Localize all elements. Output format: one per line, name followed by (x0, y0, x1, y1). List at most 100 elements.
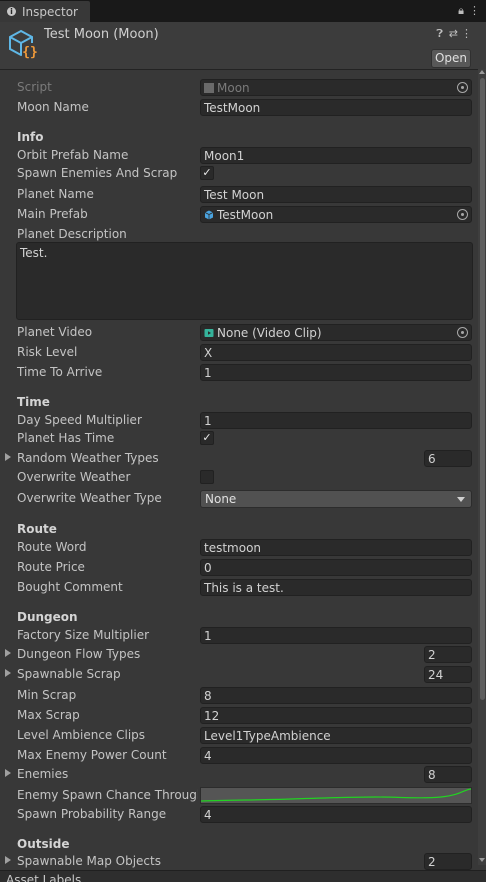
foldout-arrow-icon[interactable] (5, 649, 11, 657)
overwrite-weather-type-value: None (205, 492, 237, 506)
kebab-menu-icon[interactable]: ⋮ (469, 4, 480, 18)
main-prefab-value: TestMoon (217, 208, 274, 222)
max-scrap-label: Max Scrap (17, 708, 80, 722)
script-row: Script Moon (0, 78, 478, 98)
info-icon: i (7, 7, 16, 16)
main-prefab-label: Main Prefab (17, 207, 88, 221)
inspector-tab[interactable]: i Inspector (0, 1, 90, 22)
help-icon[interactable]: ❓︎ (436, 27, 443, 41)
spawnable-map-objects-size-field[interactable]: 2 (424, 853, 472, 870)
enemies-size-field[interactable]: 8 (424, 766, 472, 783)
spawnable-map-objects-label: Spawnable Map Objects (17, 854, 161, 868)
route-word-label: Route Word (17, 540, 87, 554)
moon-name-label: Moon Name (17, 100, 89, 114)
inspector-header: {} Test Moon (Moon) ❓︎ ⇄ ⋮ Open (0, 22, 486, 70)
lock-icon[interactable]: 🔒︎ (458, 4, 464, 18)
scroll-down-arrow-icon[interactable] (479, 858, 485, 862)
min-scrap-field[interactable]: 8 (200, 687, 472, 704)
main-prefab-field[interactable]: TestMoon (200, 206, 472, 223)
max-scrap-field[interactable]: 12 (200, 707, 472, 724)
planet-has-time-checkbox[interactable]: ✓ (200, 431, 214, 445)
scrollbar-thumb[interactable] (480, 78, 485, 700)
spawn-probability-row: Spawn Probability Range 4 (0, 805, 478, 825)
foldout-arrow-icon[interactable] (5, 856, 11, 864)
max-enemy-power-label: Max Enemy Power Count (17, 748, 167, 762)
time-to-arrive-row: Time To Arrive 1 (0, 363, 478, 383)
object-picker-icon[interactable] (457, 209, 468, 220)
object-picker-icon (457, 82, 468, 93)
planet-has-time-label: Planet Has Time (17, 431, 115, 445)
spawn-enemies-checkbox[interactable]: ✓ (200, 166, 214, 180)
moon-name-field[interactable]: TestMoon (200, 99, 472, 116)
dungeon-flow-row[interactable]: Dungeon Flow Types 2 (0, 645, 478, 665)
window-tab-bar: i Inspector 🔒︎ ⋮ (0, 0, 486, 22)
video-clip-icon (204, 329, 214, 337)
factory-size-row: Factory Size Multiplier 1 (0, 626, 478, 646)
route-price-field[interactable]: 0 (200, 559, 472, 576)
open-button[interactable]: Open (431, 49, 471, 68)
min-scrap-label: Min Scrap (17, 688, 77, 702)
route-word-field[interactable]: testmoon (200, 539, 472, 556)
spawnable-map-objects-row[interactable]: Spawnable Map Objects 2 (0, 852, 478, 872)
script-value: Moon (217, 81, 250, 95)
outside-section-header: Outside (17, 837, 70, 851)
planet-has-time-row: Planet Has Time ✓ (0, 429, 478, 449)
spawnable-scrap-label: Spawnable Scrap (17, 667, 121, 681)
inspector-tab-label: Inspector (22, 5, 78, 19)
presets-icon[interactable]: ⇄ (449, 27, 458, 40)
spawn-probability-label: Spawn Probability Range (17, 807, 167, 821)
ambience-field[interactable]: Level1TypeAmbience (200, 727, 472, 744)
object-picker-icon[interactable] (457, 327, 468, 338)
enemy-spawn-chance-curve[interactable] (200, 787, 472, 804)
object-title: Test Moon (Moon) (44, 27, 159, 42)
overwrite-weather-type-dropdown[interactable]: None (200, 490, 472, 508)
min-scrap-row: Min Scrap 8 (0, 686, 478, 706)
enemy-spawn-chance-label: Enemy Spawn Chance Throughout Day (17, 788, 198, 802)
main-prefab-row: Main Prefab TestMoon (0, 205, 478, 225)
dropdown-arrow-icon (457, 497, 465, 502)
enemy-spawn-chance-row: Enemy Spawn Chance Throughout Day (0, 786, 478, 806)
max-enemy-power-row: Max Enemy Power Count 4 (0, 746, 478, 766)
bought-comment-row: Bought Comment This is a test. (0, 578, 478, 598)
more-options-icon[interactable]: ⋮ (461, 27, 472, 40)
bought-comment-field[interactable]: This is a test. (200, 579, 472, 596)
factory-size-field[interactable]: 1 (200, 627, 472, 644)
overwrite-weather-checkbox[interactable] (200, 470, 214, 484)
orbit-prefab-field[interactable]: Moon1 (200, 147, 472, 164)
foldout-arrow-icon[interactable] (5, 769, 11, 777)
route-section-header: Route (17, 522, 57, 536)
ambience-label: Level Ambience Clips (17, 728, 146, 742)
script-label: Script (17, 80, 52, 94)
spawnable-scrap-row[interactable]: Spawnable Scrap 24 (0, 665, 478, 685)
spawn-probability-field[interactable]: 4 (200, 806, 472, 823)
risk-level-field[interactable]: X (200, 344, 472, 361)
risk-level-row: Risk Level X (0, 343, 478, 363)
day-speed-label: Day Speed Multiplier (17, 413, 142, 427)
enemies-row[interactable]: Enemies 8 (0, 765, 478, 785)
enemies-label: Enemies (17, 767, 69, 781)
day-speed-field[interactable]: 1 (200, 412, 472, 429)
time-to-arrive-field[interactable]: 1 (200, 364, 472, 381)
planet-name-field[interactable]: Test Moon (200, 186, 472, 203)
day-speed-row: Day Speed Multiplier 1 (0, 411, 478, 431)
max-enemy-power-field[interactable]: 4 (200, 747, 472, 764)
asset-labels-bar[interactable]: Asset Labels (0, 870, 486, 882)
spawnable-scrap-size-field[interactable]: 24 (424, 666, 472, 683)
planet-video-value: None (Video Clip) (217, 326, 322, 340)
moon-name-row: Moon Name TestMoon (0, 98, 478, 118)
dungeon-flow-size-field[interactable]: 2 (424, 646, 472, 663)
planet-description-textarea[interactable]: Test. (16, 242, 473, 320)
curve-line (201, 788, 471, 802)
planet-name-row: Planet Name Test Moon (0, 185, 478, 205)
dungeon-flow-label: Dungeon Flow Types (17, 647, 141, 661)
foldout-arrow-icon[interactable] (5, 669, 11, 677)
route-price-label: Route Price (17, 560, 85, 574)
spawn-enemies-label: Spawn Enemies And Scrap (17, 166, 178, 180)
bought-comment-label: Bought Comment (17, 580, 123, 594)
scroll-up-arrow-icon[interactable] (479, 70, 485, 74)
random-weather-row[interactable]: Random Weather Types 6 (0, 449, 478, 469)
planet-video-field[interactable]: None (Video Clip) (200, 324, 472, 341)
route-price-row: Route Price 0 (0, 558, 478, 578)
foldout-arrow-icon[interactable] (5, 453, 11, 461)
random-weather-size-field[interactable]: 6 (424, 450, 472, 467)
